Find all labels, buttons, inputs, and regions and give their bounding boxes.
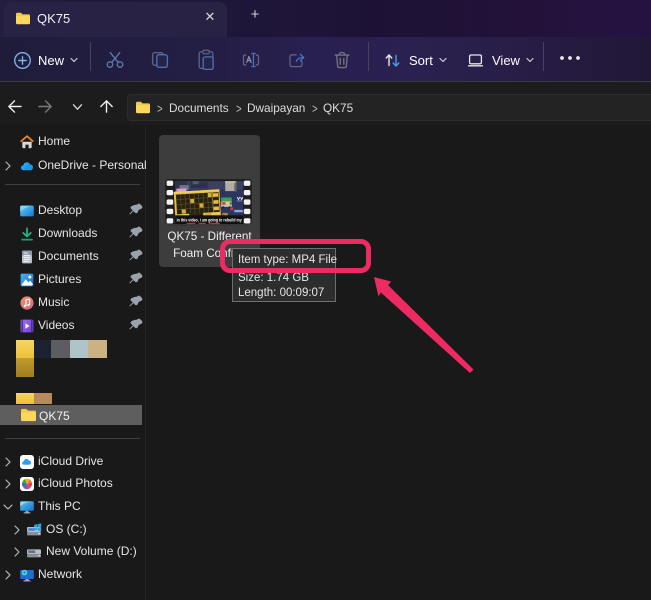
svg-text:In this video, I am going to r: In this video, I am going to rebuild my — [177, 218, 243, 223]
